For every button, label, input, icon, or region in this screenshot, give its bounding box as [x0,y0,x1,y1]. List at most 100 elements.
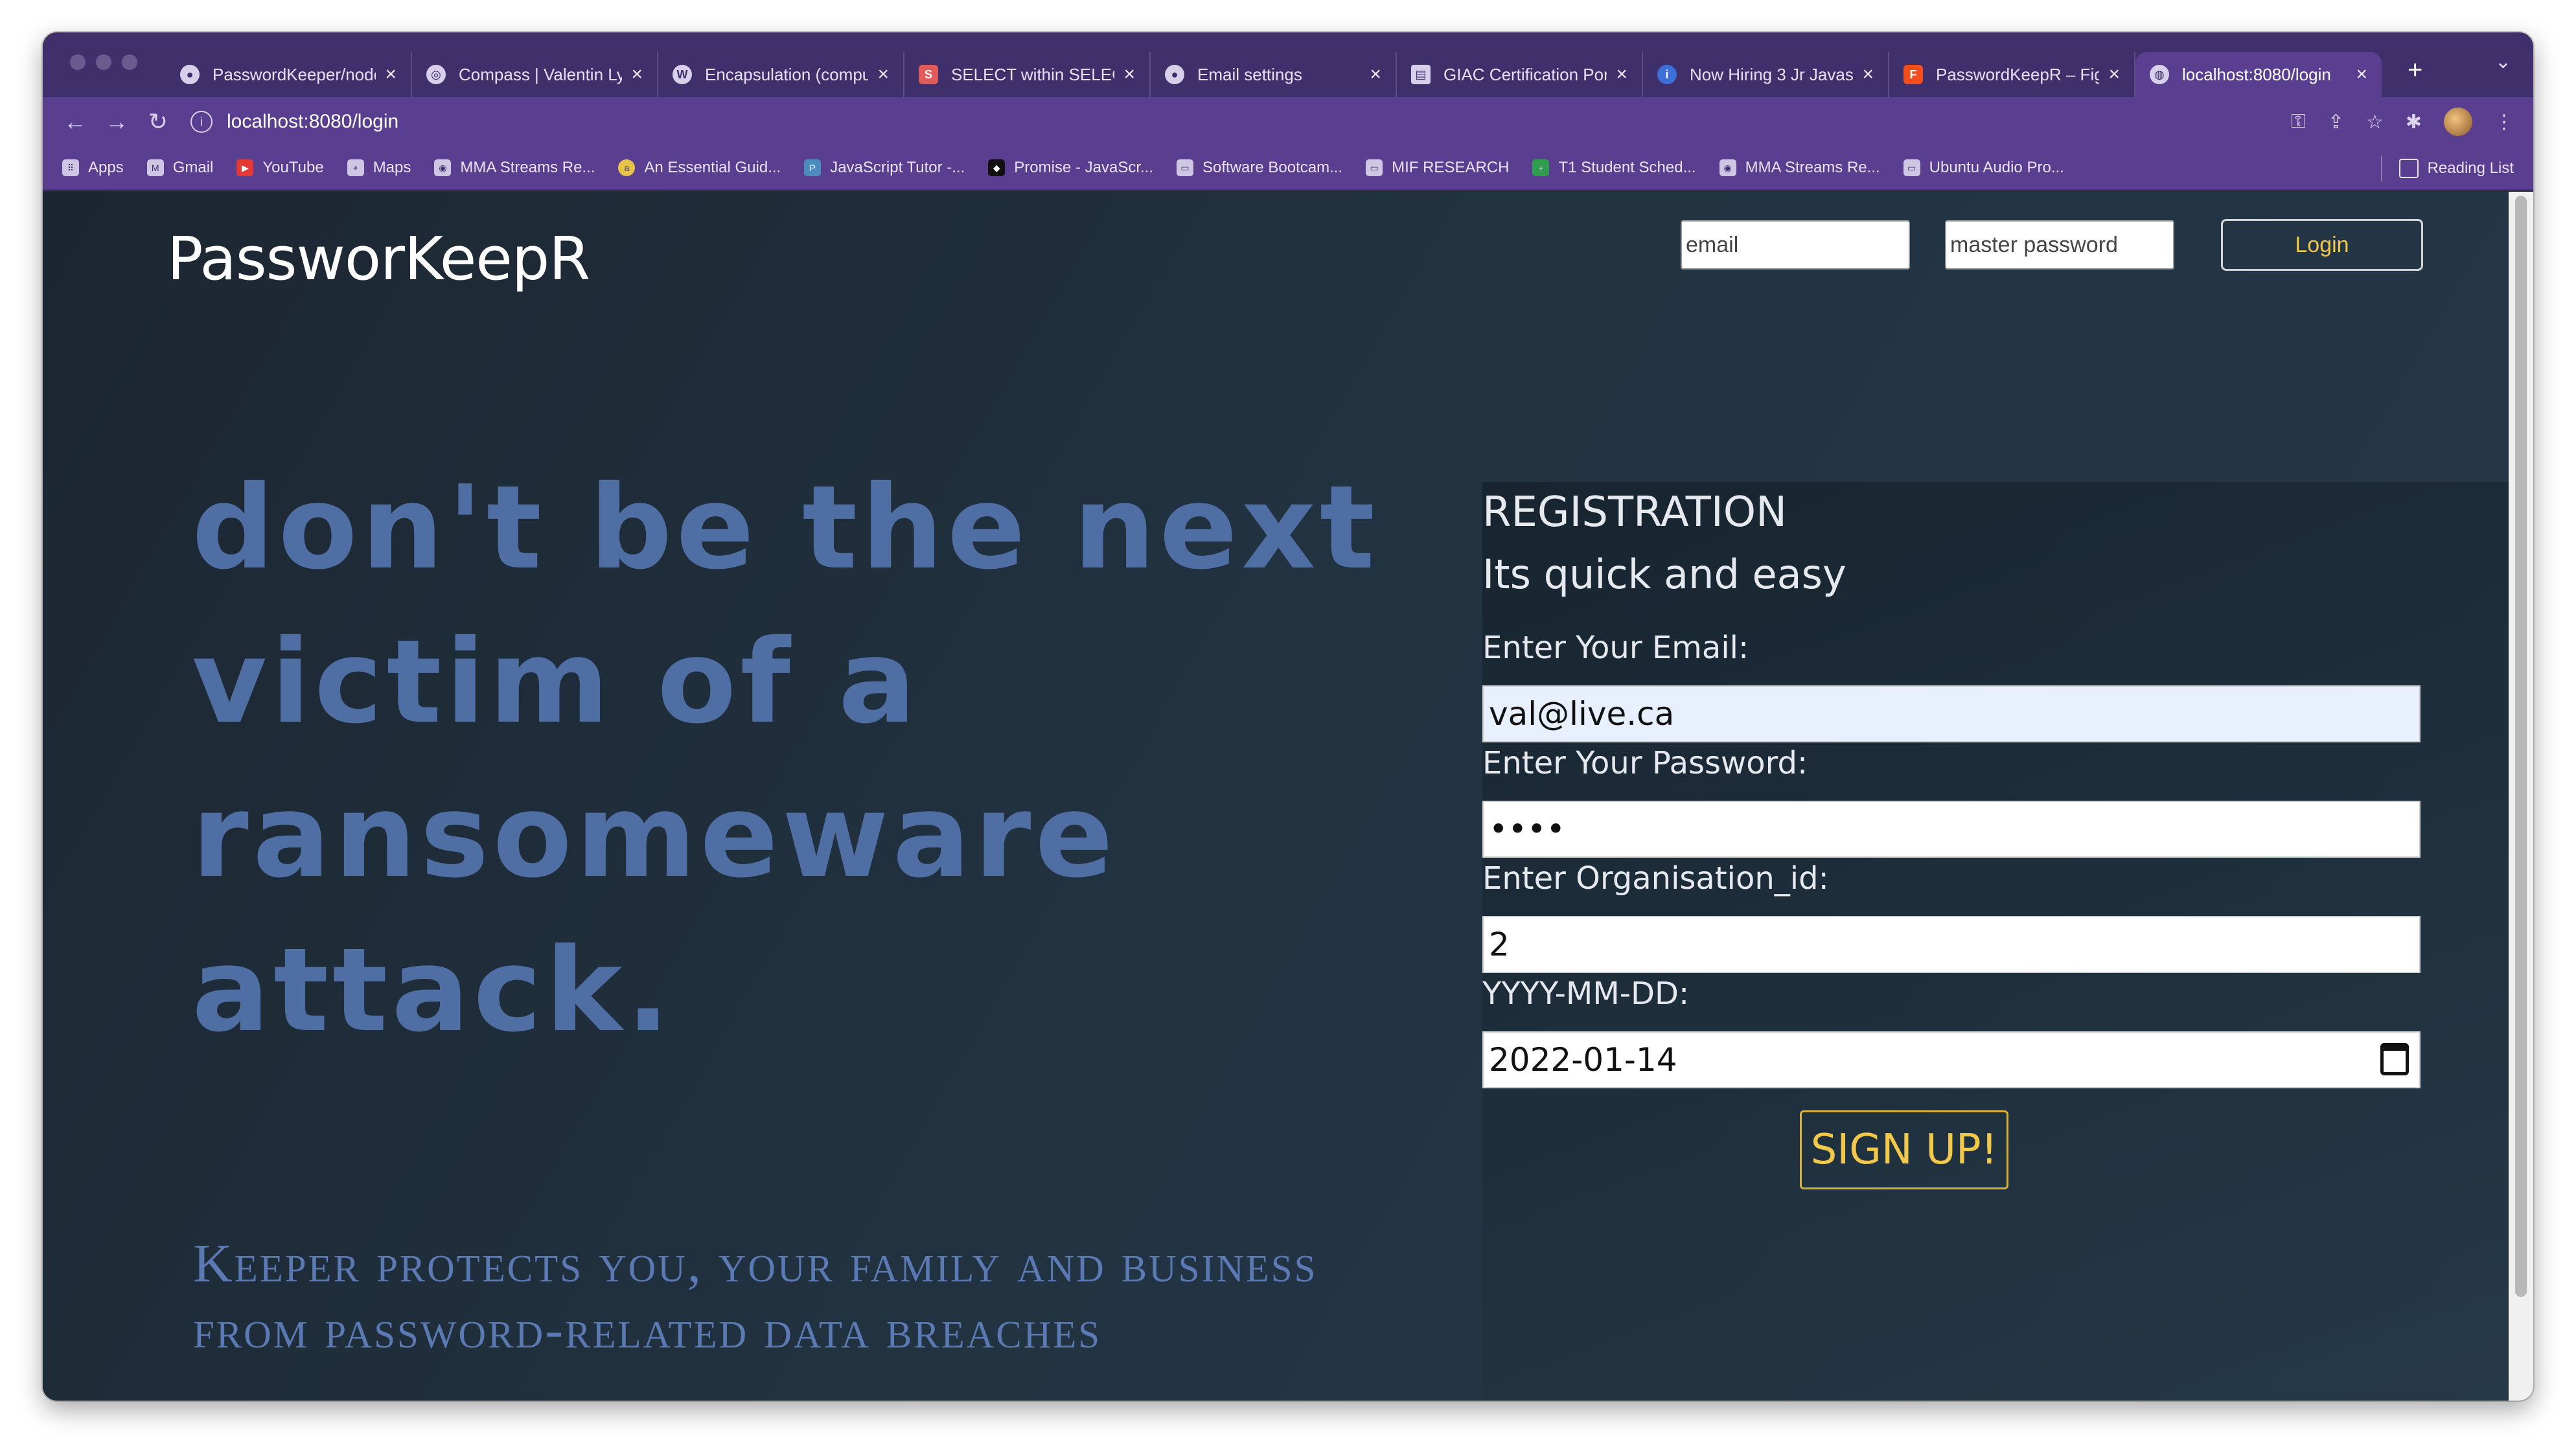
site-info-icon[interactable]: i [190,111,213,133]
share-icon[interactable]: ⇪ [2328,111,2344,133]
scrollbar[interactable] [2509,192,2533,1401]
tab-encapsulation[interactable]: W Encapsulation (compu × [658,52,904,97]
bookmark-promise[interactable]: ◆ Promise - JavaScr... [988,159,1153,177]
tab-passwordkeeper-github[interactable]: ● PasswordKeeper/node × [166,52,412,97]
close-tab-icon[interactable]: × [1862,63,1874,86]
python-icon: P [804,159,822,176]
bookmark-gmail[interactable]: M Gmail [146,159,213,177]
database-icon: S [919,65,938,84]
bookmark-label: T1 Student Sched... [1558,159,1696,176]
bookmark-label: MIF RESEARCH [1392,159,1510,176]
close-tab-icon[interactable]: × [2108,63,2120,86]
close-tab-icon[interactable]: × [385,63,397,86]
tab-figma[interactable]: F PasswordKeepR – Fig × [1889,52,2135,97]
email-label: Enter Your Email: [1482,630,1749,666]
close-tab-icon[interactable]: × [877,63,889,86]
github-icon: ● [180,65,200,84]
close-tab-icon[interactable]: × [2356,63,2367,86]
apps-icon: ⠿ [62,159,79,176]
forward-arrow-icon[interactable]: → [96,108,137,135]
more-menu-icon[interactable]: ⋮ [2494,111,2514,133]
compass-icon: ◎ [426,65,446,84]
sheet-icon: + [1532,159,1550,176]
reading-list-icon [2398,159,2419,178]
bookmark-youtube[interactable]: ▶ YouTube [236,159,324,177]
bookmarks-bar: ⠿ Apps M Gmail ▶ YouTube ⌖ Maps ◉ MMA Streams… [43,146,2533,190]
close-window-button[interactable] [70,54,86,70]
bookmark-javascript-tutor[interactable]: P JavaScript Tutor -... [804,159,965,177]
password-label: Enter Your Password: [1482,745,1808,781]
address-bar[interactable]: i localhost:8080/login [190,104,398,140]
registration-title: REGISTRATION [1482,488,1787,536]
key-icon[interactable]: ⚿ [2291,111,2306,133]
reload-icon[interactable]: ↻ [137,108,179,135]
bookmark-apps[interactable]: ⠿ Apps [62,159,124,177]
organisation-id-label: Enter Organisation_id: [1482,860,1829,897]
maximize-window-button[interactable] [122,54,137,70]
folder-icon: ▭ [1366,159,1383,176]
browser-toolbar: ← → ↻ i localhost:8080/login ⚿ ⇪ ☆ ✱ ⋮ [43,97,2533,146]
bookmark-ubuntu-audio[interactable]: ▭ Ubuntu Audio Pro... [1903,159,2064,177]
gmail-icon: M [146,159,164,176]
reading-list-label: Reading List [2427,159,2514,177]
date-field[interactable]: 2022-01-14 [1482,1031,2421,1088]
toolbar-icons: ⚿ ⇪ ☆ ✱ ⋮ [2291,97,2514,146]
new-tab-icon[interactable]: + [2408,56,2422,97]
tab-label: GIAC Certification Por [1443,64,1607,84]
date-value: 2022-01-14 [1489,1041,1677,1079]
registration-password-field[interactable]: •••• [1482,801,2421,858]
registration-email-field[interactable]: val@live.ca [1482,685,2421,742]
bookmark-label: An Essential Guid... [644,159,781,176]
sign-up-button[interactable]: SIGN UP! [1800,1110,2008,1189]
close-tab-icon[interactable]: × [1123,63,1135,86]
tab-select-within-select[interactable]: S SELECT within SELEC × [904,52,1151,97]
tab-localhost-login[interactable]: ◍ localhost:8080/login × [2135,52,2382,97]
tab-label: PasswordKeepR – Fig [1936,64,2100,84]
calendar-icon[interactable] [2380,1043,2409,1075]
tab-label: Encapsulation (compu [705,64,869,84]
bookmark-mma-streams[interactable]: ◉ MMA Streams Re... [434,159,595,177]
close-tab-icon[interactable]: × [1370,63,1381,86]
tab-email-settings[interactable]: ● Email settings × [1151,52,1397,97]
header-master-password-input[interactable] [1945,220,2174,269]
figma-icon: F [1903,65,1923,84]
mma-icon: ◉ [1719,159,1736,176]
tabs: ● PasswordKeeper/node × ◎ Compass | Vale… [166,44,2494,97]
organisation-id-field[interactable]: 2 [1482,916,2421,973]
tab-compass[interactable]: ◎ Compass | Valentin Ly × [412,52,658,97]
registration-panel: REGISTRATION Its quick and easy Enter Yo… [1482,482,2509,1401]
back-arrow-icon[interactable]: ← [54,108,96,135]
bookmark-essential-guide[interactable]: a An Essential Guid... [618,159,781,177]
youtube-icon: ▶ [236,159,254,176]
folder-icon: ▭ [1177,159,1194,176]
minimize-window-button[interactable] [96,54,111,70]
github-icon: ● [1165,65,1184,84]
login-button[interactable]: Login [2221,219,2423,271]
bookmark-mma-streams-2[interactable]: ◉ MMA Streams Re... [1719,159,1880,177]
extensions-icon[interactable]: ✱ [2406,111,2422,133]
bookmark-maps[interactable]: ⌖ Maps [347,159,411,177]
bookmark-software-bootcamp[interactable]: ▭ Software Bootcam... [1177,159,1342,177]
tab-now-hiring[interactable]: i Now Hiring 3 Jr Javas × [1643,52,1889,97]
close-tab-icon[interactable]: × [1616,63,1627,86]
globe-icon: ◍ [2150,65,2169,84]
tab-label: Compass | Valentin Ly [459,64,623,84]
chevron-down-icon[interactable]: ⌄ [2495,51,2511,73]
bookmark-label: Apps [88,159,124,176]
bookmark-label: YouTube [262,159,324,176]
hero-headline: Don't be the next victim of a ransomewar… [192,461,1379,1057]
bookmark-mif-research[interactable]: ▭ MIF RESEARCH [1366,159,1509,177]
tab-label: Now Hiring 3 Jr Javas [1690,64,1854,84]
profile-avatar[interactable] [2444,108,2472,136]
brand-logo[interactable]: PassworKeepR [167,224,590,293]
close-tab-icon[interactable]: × [631,63,643,86]
tab-label: SELECT within SELEC [951,64,1115,84]
bookmark-label: Ubuntu Audio Pro... [1929,159,2064,176]
bookmark-t1-student-schedule[interactable]: + T1 Student Sched... [1532,159,1696,177]
reading-list[interactable]: Reading List [2380,146,2514,190]
header-email-input[interactable] [1681,220,1910,269]
star-icon[interactable]: ☆ [2366,111,2384,133]
tab-label: Email settings [1197,64,1302,84]
scrollbar-thumb[interactable] [2515,196,2527,1297]
tab-giac[interactable]: ▤ GIAC Certification Por × [1397,52,1643,97]
